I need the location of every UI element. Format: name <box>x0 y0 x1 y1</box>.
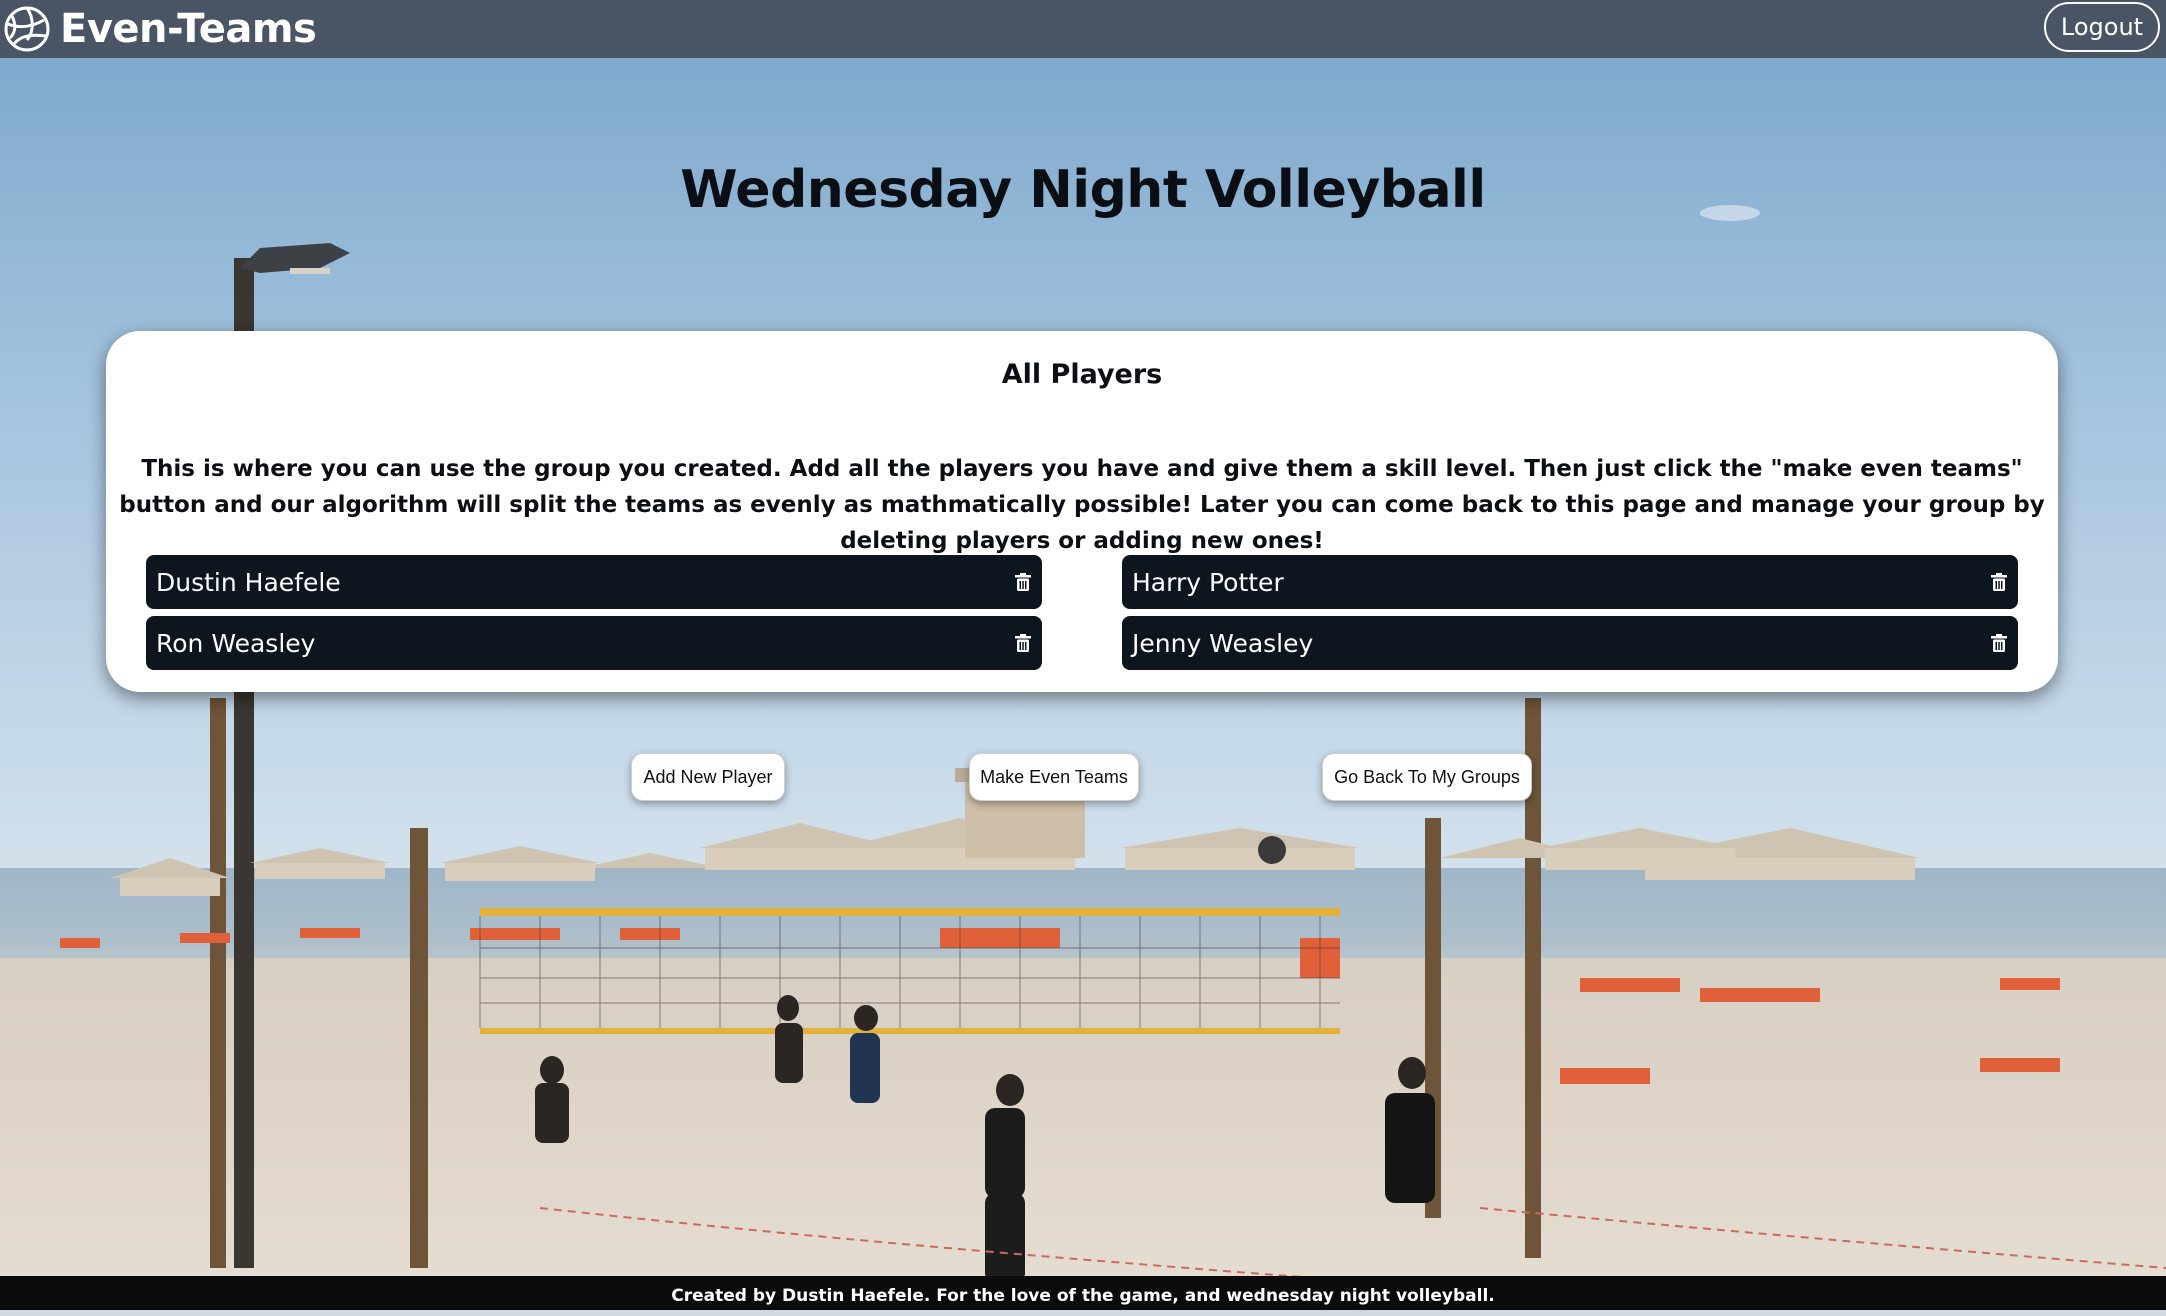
player-name: Ron Weasley <box>156 628 316 658</box>
brand[interactable]: Even-Teams <box>4 4 317 54</box>
player-row: Harry Potter <box>1122 555 2018 609</box>
volleyball-icon <box>4 6 50 52</box>
trash-icon[interactable] <box>1012 569 1034 595</box>
logout-button[interactable]: Logout <box>2044 2 2160 52</box>
go-back-to-groups-button[interactable]: Go Back To My Groups <box>1322 753 1532 801</box>
player-name: Harry Potter <box>1132 567 1284 597</box>
trash-icon[interactable] <box>1988 630 2010 656</box>
player-name: Dustin Haefele <box>156 567 341 597</box>
brand-name: Even-Teams <box>60 6 317 52</box>
navbar: Even-Teams Logout <box>0 0 2166 58</box>
all-players-card: All Players This is where you can use th… <box>106 331 2058 692</box>
player-name: Jenny Weasley <box>1132 628 1314 658</box>
footer: Created by Dustin Haefele. For the love … <box>0 1276 2166 1310</box>
page-title: Wednesday Night Volleyball <box>680 160 1486 220</box>
player-row: Jenny Weasley <box>1122 616 2018 670</box>
trash-icon[interactable] <box>1012 630 1034 656</box>
make-even-teams-button[interactable]: Make Even Teams <box>969 753 1139 801</box>
card-title: All Players <box>1001 359 1163 390</box>
trash-icon[interactable] <box>1988 569 2010 595</box>
player-row: Dustin Haefele <box>146 555 1042 609</box>
player-row: Ron Weasley <box>146 616 1042 670</box>
add-new-player-button[interactable]: Add New Player <box>631 753 785 801</box>
card-description: This is where you can use the group you … <box>119 456 2045 554</box>
